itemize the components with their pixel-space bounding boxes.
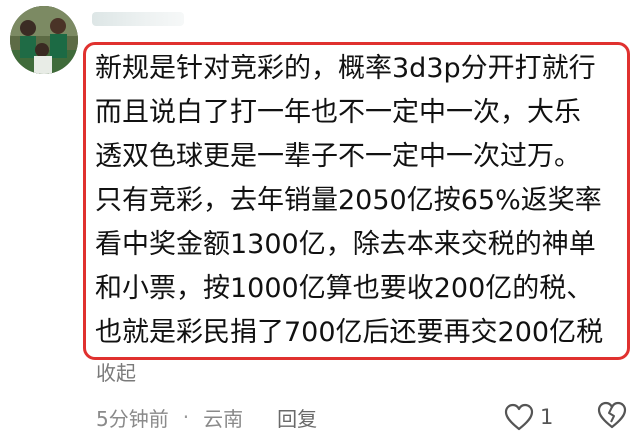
collapse-link[interactable]: 收起 [96,360,136,386]
broken-heart-icon [597,401,627,429]
comment-item: 新规是针对竞彩的，概率3d3p分开打就行 而且说白了打一年也不一定中一次，大乐 … [0,0,642,442]
like-count: 1 [540,405,554,429]
comment-line: 看中奖金额1300亿，除去本来交税的神单 [95,229,596,260]
like-button[interactable]: 1 [504,400,553,434]
comment-time: 5分钟前 [96,406,169,431]
avatar-image [10,6,78,74]
comment-text: 新规是针对竞彩的，概率3d3p分开打就行 而且说白了打一年也不一定中一次，大乐 … [95,47,635,355]
heart-outline-icon [504,403,534,431]
comment-meta: 5分钟前 · 云南 回复 [96,402,317,432]
username-blurred[interactable] [92,12,184,26]
dislike-button[interactable] [596,400,630,434]
comment-line: 和小票，按1000亿算也要收200亿的税、 [95,273,594,304]
comment-line: 只有竞彩，去年销量2050亿按65%返奖率 [95,185,602,216]
comment-location: 云南 [203,406,244,431]
comment-line: 而且说白了打一年也不一定中一次，大乐 [95,97,581,128]
comment-line: 新规是针对竞彩的，概率3d3p分开打就行 [95,53,596,84]
avatar[interactable] [10,6,78,74]
comment-line: 也就是彩民捐了700亿后还要再交200亿税 [95,317,604,348]
reply-button[interactable]: 回复 [277,403,317,432]
meta-separator: · [182,405,190,429]
comment-line: 透双色球更是一辈子不一定中一次过万。 [95,141,581,172]
